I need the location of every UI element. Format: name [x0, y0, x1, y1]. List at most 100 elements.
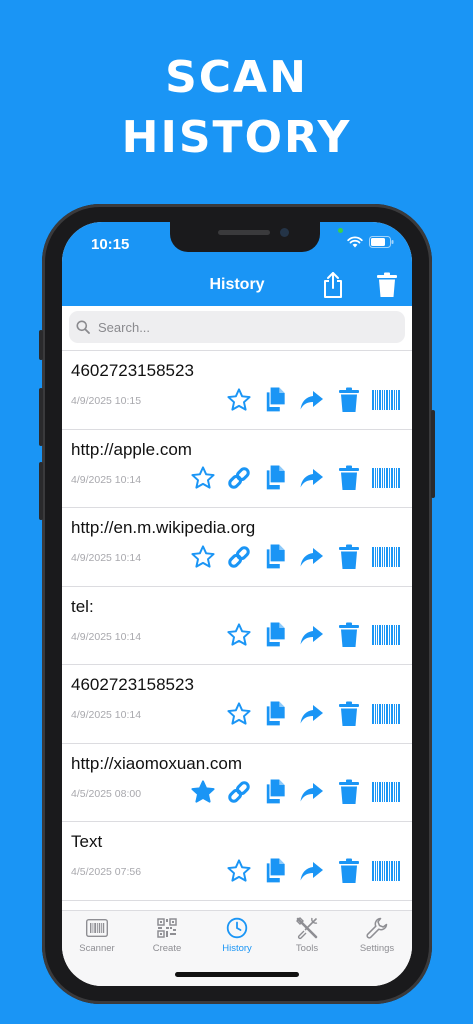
qr-code-icon	[132, 917, 202, 939]
history-item-text: 4602723158523	[71, 675, 194, 694]
history-row[interactable]: http://xiaomoxuan.com 4/5/2025 08:00	[62, 742, 412, 822]
history-row[interactable]: http://apple.com 4/9/2025 10:14	[62, 428, 412, 508]
copy-button[interactable]	[263, 779, 289, 808]
open-link-button[interactable]	[226, 781, 252, 808]
favorite-button[interactable]	[226, 858, 252, 889]
copy-button[interactable]	[263, 701, 289, 729]
copy-button[interactable]	[263, 622, 289, 653]
star-icon	[226, 858, 252, 889]
row-actions	[179, 779, 407, 808]
delete-item-button[interactable]	[336, 465, 362, 494]
history-item-date: 4/9/2025 10:14	[71, 552, 142, 564]
share-item-button[interactable]	[299, 782, 325, 808]
tab-settings[interactable]: Settings	[342, 917, 412, 954]
share-item-button[interactable]	[299, 703, 325, 729]
open-link-button[interactable]	[226, 544, 252, 575]
star-icon	[226, 701, 252, 732]
history-item-text: 4602723158523	[71, 361, 194, 380]
history-list: 4602723158523 4/9/2025 10:15 http://appl…	[62, 350, 412, 901]
trash-icon	[338, 622, 360, 653]
tab-label: History	[222, 943, 252, 954]
favorite-button[interactable]	[190, 780, 216, 808]
status-time: 10:15	[91, 236, 130, 253]
delete-item-button[interactable]	[336, 701, 362, 729]
share-item-button[interactable]	[299, 860, 325, 886]
share-arrow-icon	[299, 859, 325, 888]
share-item-button[interactable]	[299, 546, 325, 572]
copy-icon	[264, 465, 288, 496]
history-row[interactable]: 4602723158523 4/9/2025 10:14	[62, 664, 412, 743]
share-arrow-icon	[299, 702, 325, 731]
barcode-icon	[372, 623, 407, 652]
promo-title-line-1: SCAN	[165, 52, 308, 103]
show-barcode-button[interactable]	[372, 389, 407, 415]
tab-tools[interactable]: Tools	[272, 917, 342, 954]
show-barcode-button[interactable]	[372, 545, 407, 574]
trash-icon	[338, 387, 360, 418]
favorite-button[interactable]	[226, 701, 252, 732]
wrench-icon	[342, 917, 412, 939]
history-row[interactable]: Text 4/5/2025 07:56	[62, 821, 412, 900]
barcode-icon	[372, 466, 407, 495]
row-actions	[216, 387, 407, 418]
show-barcode-button[interactable]	[372, 623, 407, 652]
share-item-button[interactable]	[299, 468, 325, 494]
delete-all-button[interactable]	[372, 270, 402, 300]
favorite-button[interactable]	[190, 544, 216, 575]
trash-icon	[338, 858, 360, 889]
tools-icon	[272, 917, 342, 940]
copy-button[interactable]	[263, 858, 289, 886]
delete-item-button[interactable]	[336, 544, 362, 572]
show-barcode-button[interactable]	[372, 782, 407, 808]
star-icon	[226, 387, 252, 418]
battery-icon	[369, 236, 394, 248]
delete-item-button[interactable]	[336, 622, 362, 653]
copy-button[interactable]	[263, 465, 289, 496]
row-actions	[216, 622, 407, 653]
tab-label: Settings	[359, 943, 395, 954]
share-arrow-icon	[299, 466, 325, 495]
search-input[interactable]	[96, 318, 390, 336]
delete-item-button[interactable]	[336, 779, 362, 808]
history-row[interactable]: tel: 4/9/2025 10:14	[62, 585, 412, 665]
link-icon	[226, 544, 252, 575]
show-barcode-button[interactable]	[372, 703, 407, 729]
barcode-icon	[62, 917, 132, 939]
history-item-text: http://xiaomoxuan.com	[71, 753, 243, 773]
tab-history[interactable]: History	[202, 917, 272, 954]
delete-item-button[interactable]	[336, 387, 362, 418]
power-button	[431, 410, 435, 498]
barcode-icon	[372, 545, 407, 574]
camera-indicator-dot	[338, 228, 343, 233]
share-button[interactable]	[318, 270, 348, 300]
copy-icon	[264, 622, 288, 653]
tab-scanner[interactable]: Scanner	[62, 917, 132, 954]
history-row[interactable]: 4602723158523 4/9/2025 10:15	[62, 350, 412, 429]
delete-item-button[interactable]	[336, 858, 362, 889]
clock-icon	[202, 917, 272, 939]
share-item-button[interactable]	[299, 389, 325, 415]
copy-button[interactable]	[263, 387, 289, 415]
volume-down-button	[39, 462, 43, 520]
show-barcode-button[interactable]	[372, 859, 407, 888]
show-barcode-button[interactable]	[372, 466, 407, 495]
share-arrow-icon	[299, 388, 325, 417]
search-bar[interactable]	[69, 311, 405, 343]
tab-create[interactable]: Create	[132, 917, 202, 954]
favorite-button[interactable]	[190, 466, 216, 494]
link-icon	[226, 465, 252, 496]
favorite-button[interactable]	[226, 623, 252, 651]
history-row[interactable]: http://en.m.wikipedia.org 4/9/2025 10:14	[62, 507, 412, 586]
copy-button[interactable]	[263, 544, 289, 572]
wifi-icon	[347, 236, 363, 248]
history-item-date: 4/9/2025 10:14	[71, 709, 142, 721]
share-arrow-icon	[299, 623, 325, 652]
list-bottom-divider	[62, 899, 412, 901]
mute-switch	[39, 330, 43, 360]
share-item-button[interactable]	[299, 625, 325, 651]
history-item-date: 4/5/2025 08:00	[71, 787, 142, 800]
star-icon	[190, 544, 216, 575]
barcode-icon	[372, 859, 407, 888]
open-link-button[interactable]	[226, 465, 252, 496]
favorite-button[interactable]	[226, 387, 252, 418]
